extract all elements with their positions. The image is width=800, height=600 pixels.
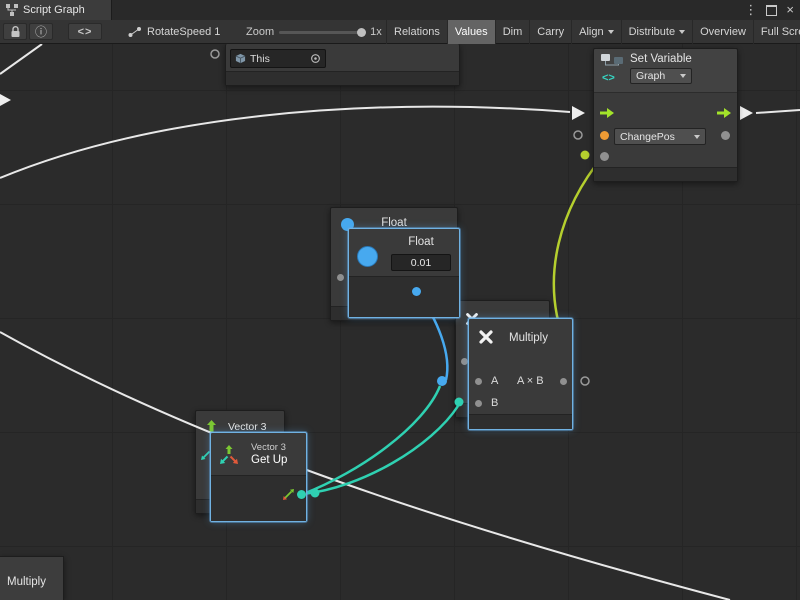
window-menu-icon[interactable]: ⋮ bbox=[744, 0, 757, 20]
variable-scope-dropdown[interactable]: Graph bbox=[630, 68, 692, 84]
info-icon: ⓘ bbox=[35, 23, 47, 40]
port-dot[interactable] bbox=[461, 358, 468, 365]
empty-value-bubble bbox=[581, 377, 589, 385]
port-dot[interactable] bbox=[337, 274, 344, 281]
view-buttons: Relations Values Dim Carry Align Distrib… bbox=[386, 20, 800, 44]
node-type-label: Vector 3 bbox=[251, 442, 286, 453]
zoom-slider[interactable] bbox=[279, 31, 365, 34]
dropdown-caret-icon bbox=[679, 30, 685, 34]
port-a-label: A bbox=[491, 375, 498, 387]
code-view-button[interactable]: <> bbox=[68, 23, 102, 40]
unity-script-graph-window: Script Graph ⋮ × ⓘ <> RotateSpeed 1 Zoom… bbox=[0, 0, 800, 600]
object-picker-icon[interactable] bbox=[310, 53, 321, 64]
vector3-up-icon bbox=[205, 419, 218, 433]
code-icon: <> bbox=[78, 26, 93, 38]
flow-in-port[interactable] bbox=[600, 107, 615, 119]
input-value-port[interactable] bbox=[600, 152, 609, 161]
cube-icon bbox=[235, 53, 246, 64]
float-value-field[interactable]: 0.01 bbox=[391, 254, 451, 271]
dropdown-caret-icon bbox=[608, 30, 614, 34]
svg-text:<>: <> bbox=[602, 72, 615, 84]
port-b-dot[interactable] bbox=[475, 400, 482, 407]
multiply-icon bbox=[477, 328, 495, 346]
graph-toolbar: ⓘ <> RotateSpeed 1 Zoom 1x Relations Val… bbox=[0, 20, 800, 44]
vector3-axes-icon bbox=[217, 443, 241, 467]
zoom-value: 1x bbox=[370, 26, 382, 38]
window-maximize-icon[interactable] bbox=[766, 5, 777, 16]
graph-asset-icon bbox=[128, 26, 142, 38]
tab-title: Script Graph bbox=[23, 4, 85, 16]
variable-name-dropdown[interactable]: ChangePos bbox=[614, 128, 706, 145]
button-distribute[interactable]: Distribute bbox=[621, 20, 692, 44]
window-close-icon[interactable]: × bbox=[786, 0, 794, 20]
node-get-up[interactable]: Vector 3 Get Up bbox=[210, 432, 307, 522]
tab-bar: Script Graph ⋮ × bbox=[0, 0, 800, 21]
value-bubble-lime bbox=[581, 151, 590, 160]
value-bubble-blue bbox=[437, 376, 447, 386]
port-b-label: B bbox=[491, 397, 498, 409]
node-title: Float bbox=[389, 236, 453, 248]
node-multiply[interactable]: Multiply A A × B B bbox=[468, 318, 573, 430]
node-multiply-corner[interactable]: Multiply bbox=[0, 556, 64, 600]
button-values[interactable]: Values bbox=[447, 20, 495, 44]
zoom-label: Zoom bbox=[246, 26, 274, 38]
node-set-variable[interactable]: <> Set Variable Graph ChangePos bbox=[593, 48, 738, 182]
node-title: Multiply bbox=[509, 332, 548, 344]
button-overview[interactable]: Overview bbox=[692, 20, 753, 44]
graph-canvas[interactable]: Float Vector 3 bbox=[0, 44, 800, 600]
button-dim[interactable]: Dim bbox=[495, 20, 530, 44]
empty-value-bubble bbox=[574, 131, 582, 139]
button-relations[interactable]: Relations bbox=[386, 20, 447, 44]
flow-arrowhead bbox=[0, 94, 11, 106]
float-icon bbox=[357, 246, 378, 267]
graph-name: RotateSpeed 1 bbox=[147, 26, 220, 38]
node-this[interactable]: This bbox=[225, 44, 460, 86]
port-result-dot[interactable] bbox=[560, 378, 567, 385]
flow-arrowhead bbox=[740, 106, 753, 120]
this-field-value: This bbox=[250, 53, 306, 65]
output-value-port[interactable] bbox=[721, 131, 730, 140]
zoom-slider-knob[interactable] bbox=[357, 28, 366, 37]
node-float[interactable]: Float 0.01 bbox=[348, 228, 460, 318]
vector-output-icon bbox=[281, 487, 296, 502]
lock-button[interactable] bbox=[3, 23, 27, 40]
variable-name-port[interactable] bbox=[600, 131, 609, 140]
button-align[interactable]: Align bbox=[571, 20, 620, 44]
value-bubble-teal bbox=[311, 489, 320, 498]
zoom-control: Zoom 1x bbox=[246, 20, 382, 44]
lock-icon bbox=[10, 26, 21, 38]
flow-arrowhead bbox=[572, 106, 585, 120]
button-fullscreen[interactable]: Full Screen bbox=[753, 20, 800, 44]
button-carry[interactable]: Carry bbox=[529, 20, 571, 44]
node-title: Set Variable bbox=[630, 53, 692, 65]
node-header: <> Set Variable Graph bbox=[594, 49, 737, 93]
port-a-dot[interactable] bbox=[475, 378, 482, 385]
info-button[interactable]: ⓘ bbox=[29, 23, 53, 40]
script-graph-icon bbox=[6, 4, 18, 16]
port-result-label: A × B bbox=[517, 375, 544, 387]
node-title: Multiply bbox=[7, 576, 46, 588]
dropdown-caret-icon bbox=[694, 135, 700, 139]
tab-script-graph[interactable]: Script Graph bbox=[0, 0, 112, 20]
flow-out-port[interactable] bbox=[717, 107, 732, 119]
graph-breadcrumb[interactable]: RotateSpeed 1 bbox=[128, 20, 220, 44]
vector-output-port[interactable] bbox=[297, 490, 306, 499]
node-title: Get Up bbox=[251, 454, 287, 466]
dropdown-caret-icon bbox=[680, 74, 686, 78]
set-variable-icon: <> bbox=[600, 53, 624, 85]
float-output-port[interactable] bbox=[412, 287, 421, 296]
this-object-field[interactable]: This bbox=[230, 49, 326, 68]
empty-value-bubble bbox=[211, 50, 219, 58]
